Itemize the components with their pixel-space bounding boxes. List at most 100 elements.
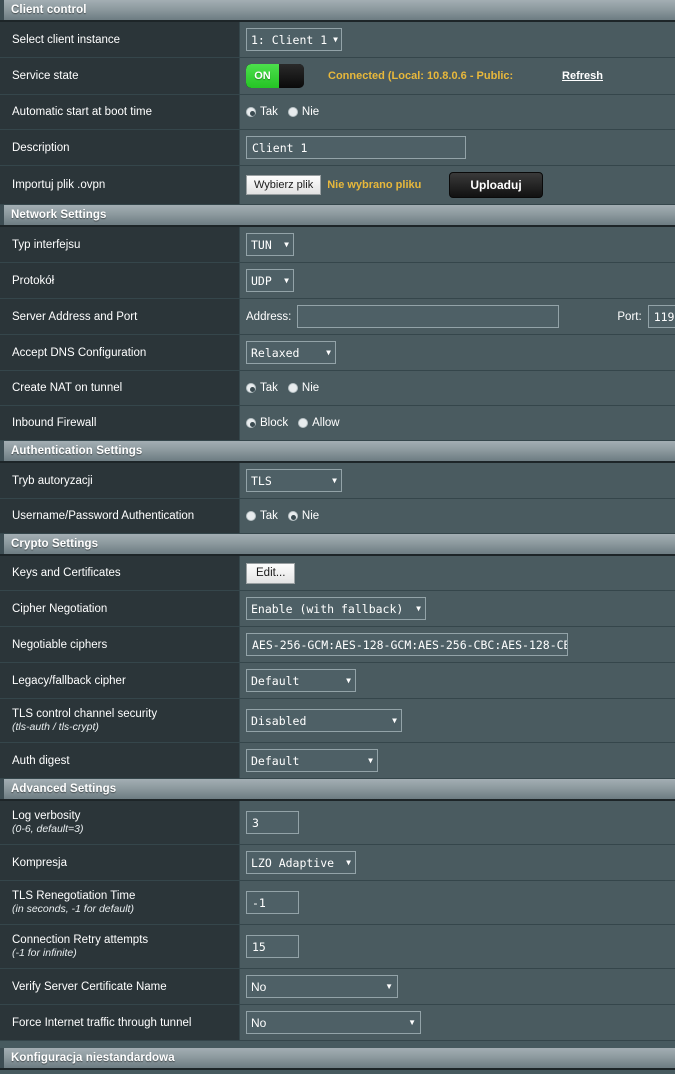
input-value: 3 [252,815,259,830]
row-label-verify-server-certificate-name: Verify Server Certificate Name [0,969,240,1004]
label-subtext: (0-6, default=3) [12,823,84,835]
row-value-cipher-negotiation: Enable (with fallback) ▼ [240,591,675,626]
radio-label: Tak [260,382,278,394]
port-input[interactable]: 1194 [647,305,675,328]
service-state-toggle[interactable]: ON [246,64,304,88]
input-tls-renegotiation-time[interactable]: -1 [246,891,299,914]
radio-automatic-start-at-boot-time-nie[interactable]: Nie [287,106,319,118]
chevron-down-icon: ▼ [416,603,421,613]
row-value-negotiable-ciphers: AES-256-GCM:AES-128-GCM:AES-256-CBC:AES-… [240,627,675,662]
row-keys-and-certificates: Keys and Certificates Edit... [0,556,675,591]
row-label-automatic-start-at-boot-time: Automatic start at boot time [0,95,240,129]
radio-inbound-firewall-block[interactable]: Block [246,417,288,429]
label-text: Username/Password Authentication [12,510,195,522]
label-text: Negotiable ciphers [12,638,108,651]
select-legacy-fallback-cipher[interactable]: Default ▼ [246,669,356,692]
input-log-verbosity[interactable]: 3 [246,811,299,834]
refresh-link[interactable]: Refresh [562,70,603,82]
select-value: Default [251,673,300,688]
chevron-down-icon: ▼ [385,981,393,991]
section-title: Advanced Settings [11,783,117,795]
radio-username-password-authentication-nie[interactable]: Nie [287,510,319,522]
row-value-inbound-firewall: Block Allow [240,406,675,440]
row-value-tls-renegotiation-time: -1 [240,881,675,924]
row-connection-retry-attempts: Connection Retry attempts (-1 for infinit… [0,925,675,969]
select-value: Default [251,753,300,768]
row-typ-interfejsu: Typ interfejsu TUN ▼ [0,227,675,263]
label-text: Inbound Firewall [12,417,97,429]
select-value: No [251,979,267,994]
row-kompresja: Kompresja LZO Adaptive ▼ [0,845,675,881]
row-value-select-client-instance: 1: Client 1 ▼ [240,22,675,57]
radio-group-automatic-start-at-boot-time: Tak Nie [246,106,319,118]
label-text: Service state [12,70,79,82]
address-input[interactable] [297,305,560,328]
section-header-custom-config: Konfiguracja niestandardowa [0,1048,675,1070]
row-description: Description Client 1 [0,130,675,166]
row-server-address-and-port: Server Address and Port Address: Port: 1194 [0,299,675,335]
row-value-legacy-fallback-cipher: Default ▼ [240,663,675,698]
row-label-cipher-negotiation: Cipher Negotiation [0,591,240,626]
select-kompresja[interactable]: LZO Adaptive ▼ [246,851,356,874]
input-negotiable-ciphers[interactable]: AES-256-GCM:AES-128-GCM:AES-256-CBC:AES-… [246,633,568,656]
select-select-client-instance[interactable]: 1: Client 1 ▼ [246,28,342,51]
radio-label: Block [260,417,289,429]
select-value: TUN [251,237,272,252]
row-value-create-nat-on-tunnel: Tak Nie [240,371,675,405]
row-select-client-instance: Select client instance 1: Client 1 ▼ [0,22,675,58]
label-text: Create NAT on tunnel [12,382,123,394]
chevron-down-icon: ▼ [368,755,373,765]
row-label-legacy-fallback-cipher: Legacy/fallback cipher [0,663,240,698]
row-value-description: Client 1 [240,130,675,165]
label-text: Connection Retry attempts [12,934,149,946]
select-cipher-negotiation[interactable]: Enable (with fallback) ▼ [246,597,426,620]
chevron-down-icon: ▼ [333,34,338,44]
radio-username-password-authentication-tak[interactable]: Tak [246,510,278,522]
row-label-tryb-autoryzacji: Tryb autoryzacji [0,463,240,498]
row-label-tls-renegotiation-time: TLS Renegotiation Time (in seconds, -1 fo… [0,881,240,924]
select-auth-digest[interactable]: Default ▼ [246,749,378,772]
row-value-tryb-autoryzacji: TLS ▼ [240,463,675,498]
radio-automatic-start-at-boot-time-tak[interactable]: Tak [246,106,278,118]
select-protok[interactable]: UDP ▼ [246,269,294,292]
select-value: Enable (with fallback) [251,601,404,616]
section-header-advanced-settings: Advanced Settings [0,779,675,801]
label-text: TLS Renegotiation Time [12,890,136,902]
row-legacy-fallback-cipher: Legacy/fallback cipher Default ▼ [0,663,675,699]
row-value-typ-interfejsu: TUN ▼ [240,227,675,262]
radio-group-username-password-authentication: Tak Nie [246,510,319,522]
input-value: -1 [252,895,266,910]
radio-create-nat-on-tunnel-tak[interactable]: Tak [246,382,278,394]
row-service-state: Service state ON Connected (Local: 10.8.0.… [0,58,675,95]
select-tryb-autoryzacji[interactable]: TLS ▼ [246,469,342,492]
row-label-create-nat-on-tunnel: Create NAT on tunnel [0,371,240,405]
input-description[interactable]: Client 1 [246,136,466,159]
select-typ-interfejsu[interactable]: TUN ▼ [246,233,294,256]
edit-keys-button[interactable]: Edit... [246,562,296,584]
row-label-importuj-plik-ovpn: Importuj plik .ovpn [0,166,240,204]
label-text: Importuj plik .ovpn [12,179,106,191]
choose-file-button[interactable]: Wybierz plik [246,175,322,195]
row-value-auth-digest: Default ▼ [240,743,675,778]
row-verify-server-certificate-name: Verify Server Certificate Name No ▼ [0,969,675,1005]
label-text: Verify Server Certificate Name [12,980,167,993]
row-label-description: Description [0,130,240,165]
input-connection-retry-attempts[interactable]: 15 [246,935,299,958]
select-verify-server-certificate-name[interactable]: No ▼ [246,975,398,998]
select-force-internet-traffic-through-tunnel[interactable]: No ▼ [246,1011,421,1034]
radio-inbound-firewall-allow[interactable]: Allow [298,417,340,429]
row-label-kompresja: Kompresja [0,845,240,880]
radio-dot [246,418,256,428]
row-value-log-verbosity: 3 [240,801,675,844]
select-accept-dns-configuration[interactable]: Relaxed ▼ [246,341,336,364]
chevron-down-icon: ▼ [392,715,397,725]
label-text: Auth digest [12,754,70,767]
section-header-client-control: Client control [0,0,675,22]
radio-dot [287,107,298,117]
radio-create-nat-on-tunnel-nie[interactable]: Nie [287,382,319,394]
row-value-accept-dns-configuration: Relaxed ▼ [240,335,675,370]
row-value-kompresja: LZO Adaptive ▼ [240,845,675,880]
select-tls-control-channel-security[interactable]: Disabled ▼ [246,709,402,732]
upload-button[interactable]: Uploaduj [449,172,543,198]
row-accept-dns-configuration: Accept DNS Configuration Relaxed ▼ [0,335,675,371]
